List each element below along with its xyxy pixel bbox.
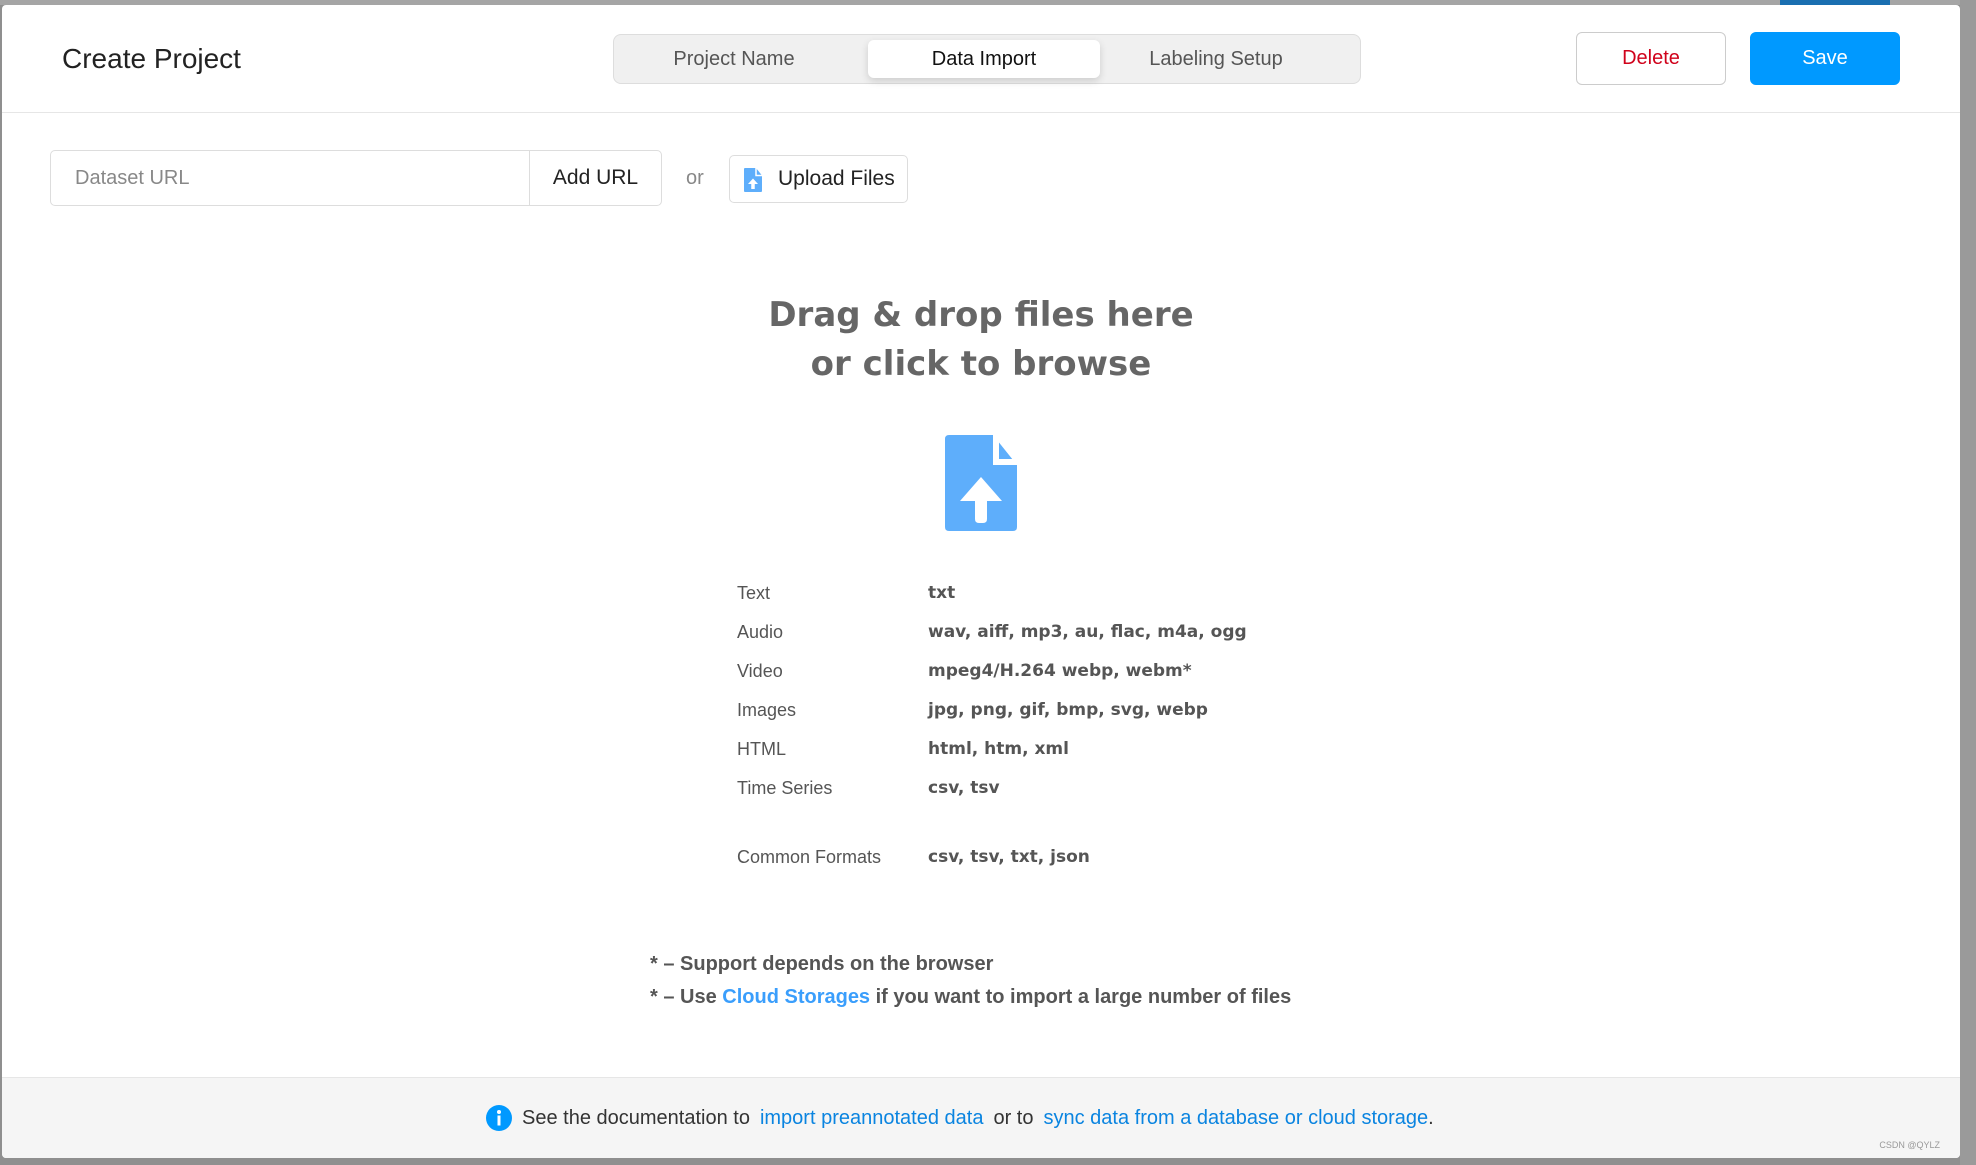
save-button[interactable]: Save [1750, 32, 1900, 85]
modal-footer: See the documentation to import preannot… [2, 1077, 1960, 1158]
page-title: Create Project [62, 43, 241, 74]
dropzone-title-line1[interactable]: Drag & drop files here [2, 295, 1960, 335]
cloud-storage-note: * – Use Cloud Storages if you want to im… [650, 986, 1291, 1009]
format-row-text: Text txt [737, 583, 956, 603]
browser-support-note: * – Support depends on the browser [650, 953, 994, 975]
format-row-audio: Audio wav, aiff, mp3, au, flac, m4a, ogg [737, 622, 1247, 642]
tab-labeling-setup[interactable]: Labeling Setup [1100, 40, 1332, 78]
watermark: CSDN @QYLZ [1879, 1140, 1940, 1150]
format-row-video: Video mpeg4/H.264 webp, webm* [737, 661, 1192, 681]
step-tabs: Project Name Data Import Labeling Setup [613, 34, 1361, 84]
cloud-storages-link[interactable]: Cloud Storages [722, 986, 870, 1008]
file-upload-icon [744, 168, 762, 192]
format-row-html: HTML html, htm, xml [737, 739, 1069, 759]
upload-files-label: Upload Files [778, 167, 895, 190]
sync-data-link[interactable]: sync data from a database or cloud stora… [1043, 1107, 1428, 1129]
add-url-button[interactable]: Add URL [530, 151, 661, 205]
format-row-common: Common Formats csv, tsv, txt, json [737, 847, 1090, 867]
note-suffix: if you want to import a large number of … [870, 986, 1292, 1008]
footer-text: See the documentation to [522, 1106, 750, 1129]
footer-suffix: . [1428, 1106, 1434, 1129]
import-preannotated-link[interactable]: import preannotated data [760, 1107, 984, 1130]
format-row-images: Images jpg, png, gif, bmp, svg, webp [737, 700, 1208, 720]
tab-project-name[interactable]: Project Name [618, 40, 850, 78]
page-scrollbar[interactable] [1960, 0, 1976, 1165]
tab-data-import[interactable]: Data Import [868, 40, 1100, 78]
upload-files-button[interactable]: Upload Files [729, 155, 908, 203]
or-label: or [686, 167, 704, 189]
create-project-modal: Create Project Project Name Data Import … [2, 5, 1960, 1158]
dataset-url-group: Add URL [50, 150, 662, 206]
modal-header: Create Project Project Name Data Import … [2, 5, 1960, 113]
footer-text-middle: or to [993, 1106, 1034, 1129]
format-row-time-series: Time Series csv, tsv [737, 778, 1000, 798]
file-upload-icon[interactable] [945, 435, 1017, 531]
dropzone-title-line2[interactable]: or click to browse [2, 344, 1960, 384]
delete-button[interactable]: Delete [1576, 32, 1726, 85]
note-prefix: * – Use [650, 986, 723, 1008]
documentation-hint: See the documentation to import preannot… [486, 1105, 1434, 1131]
info-icon [486, 1105, 512, 1131]
dataset-url-input[interactable] [51, 151, 530, 205]
